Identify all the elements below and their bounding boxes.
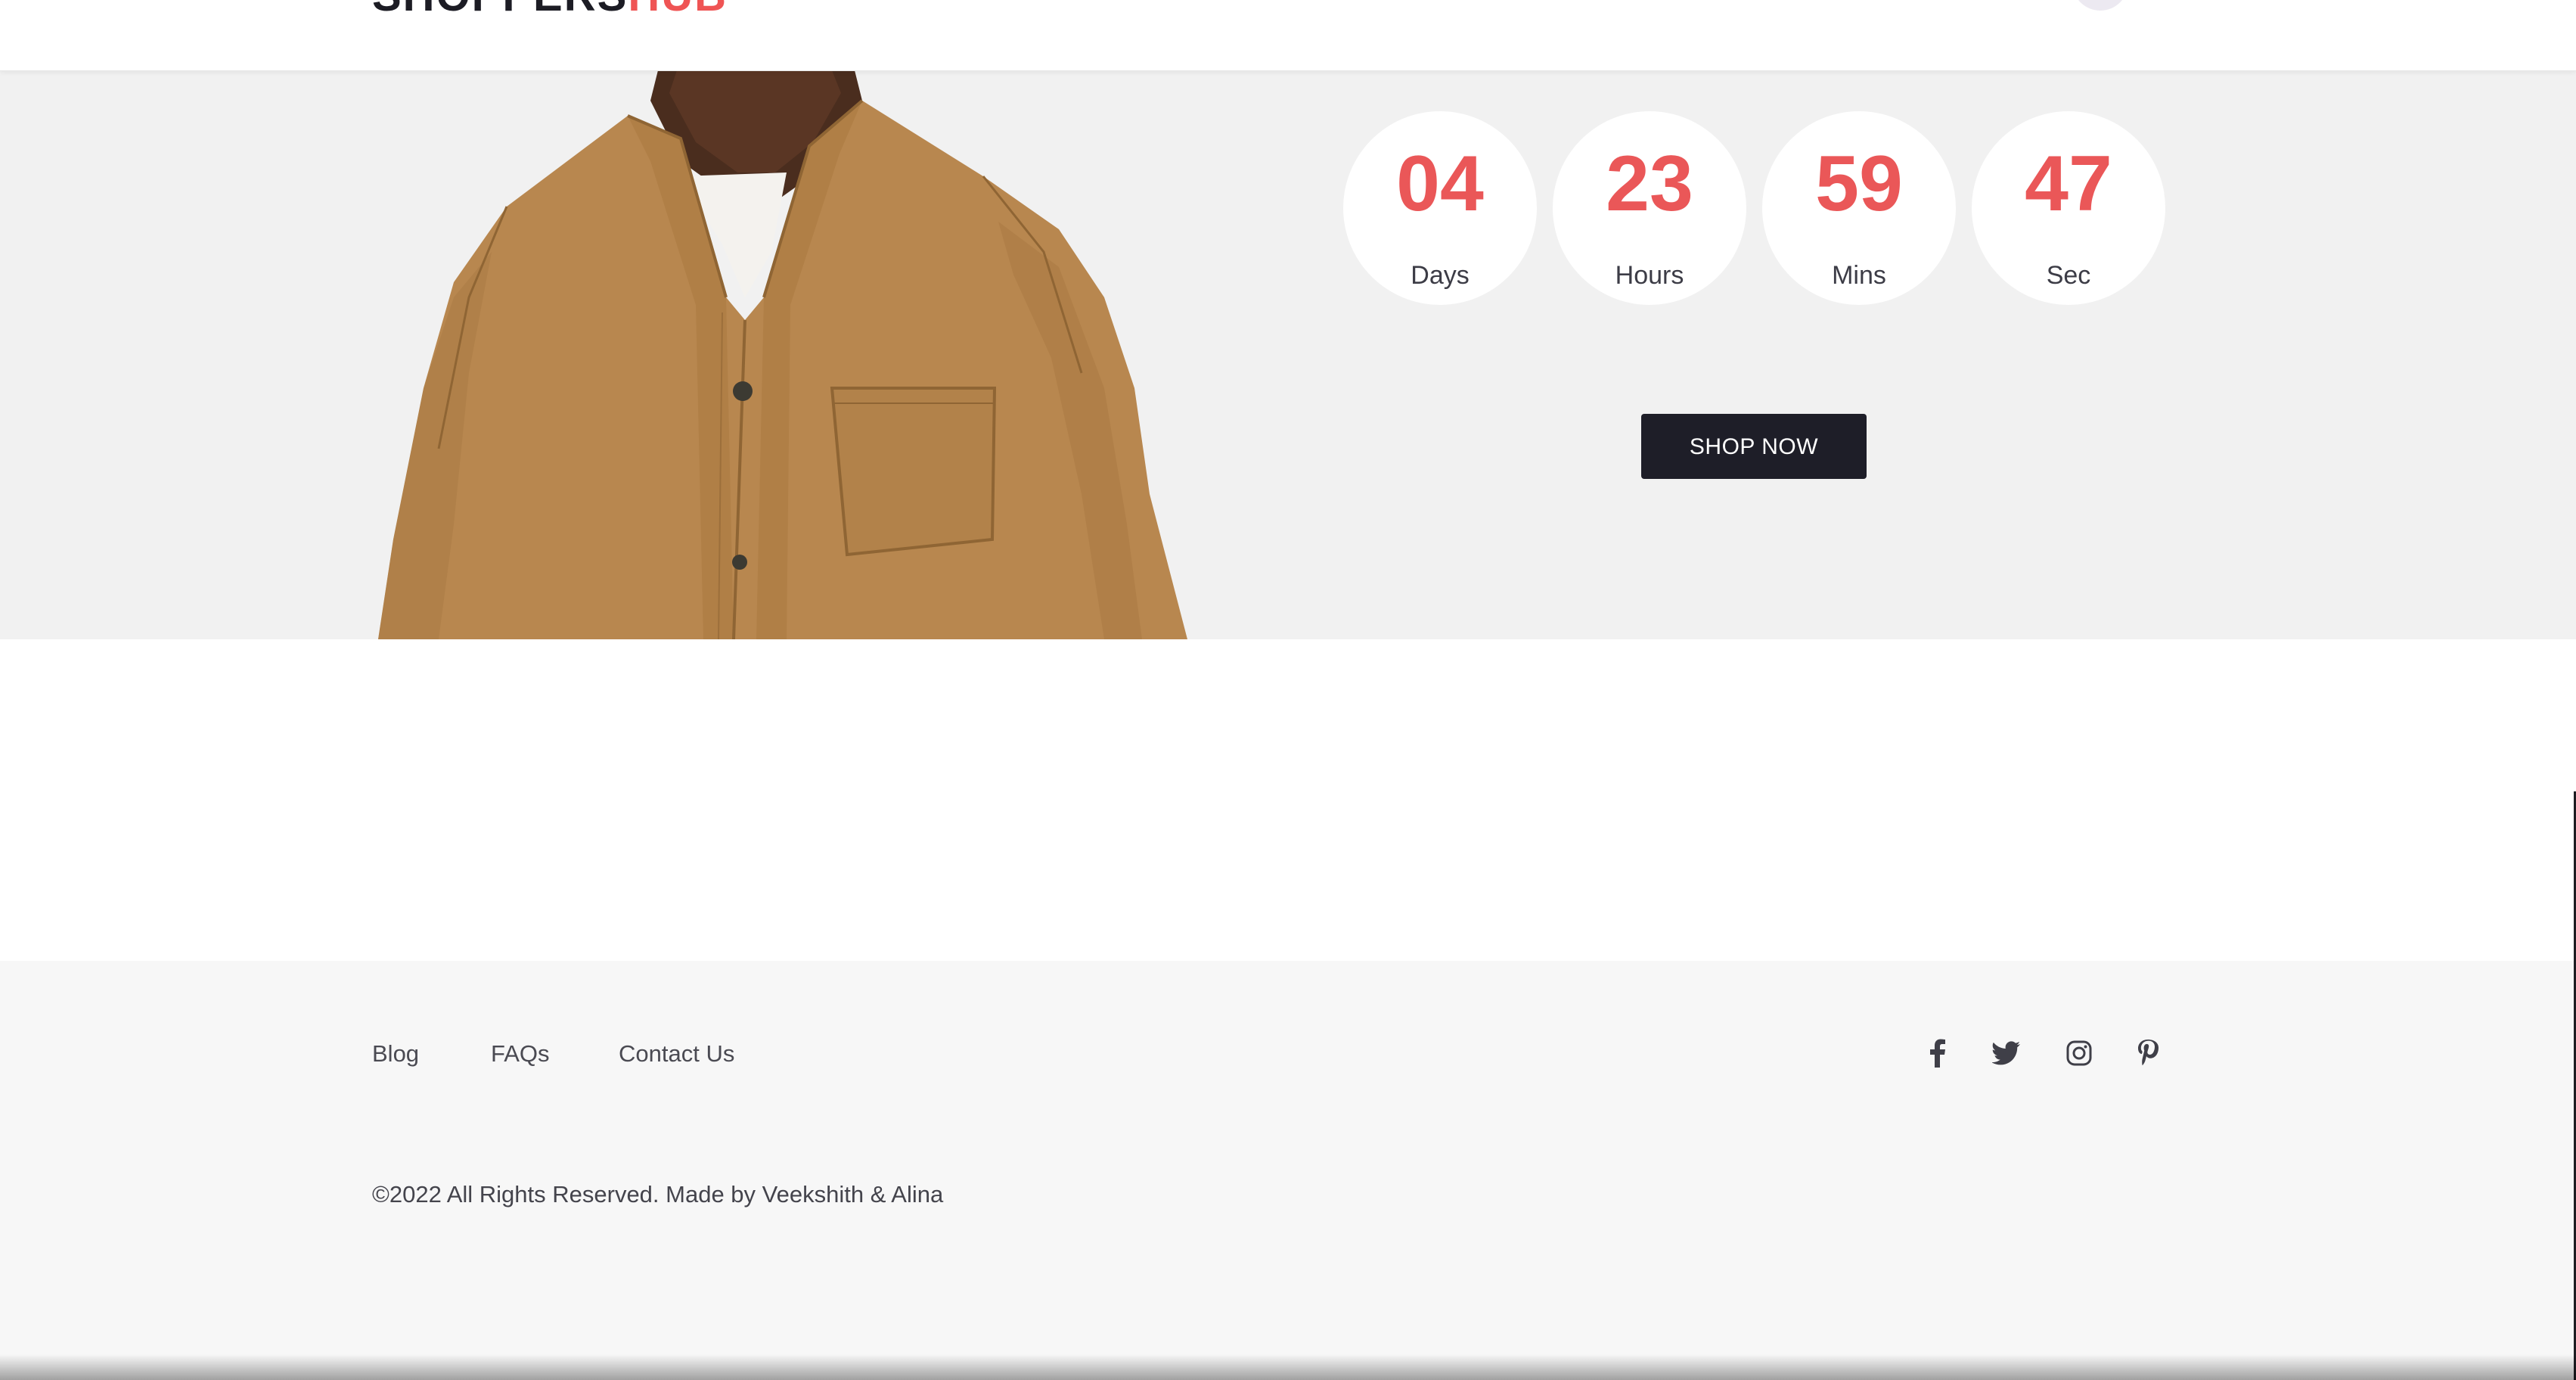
countdown-sec: 47 Sec xyxy=(1972,111,2165,305)
site-logo[interactable]: SHOPPERSHUB xyxy=(372,0,728,18)
site-header: SHOPPERSHUB xyxy=(0,0,2576,71)
countdown-days-label: Days xyxy=(1411,261,1470,290)
logo-main-text: SHOPPERS xyxy=(372,0,628,20)
site-footer: Blog FAQs Contact Us ©2022 All Rights Re… xyxy=(0,961,2576,1380)
countdown-hours: 23 Hours xyxy=(1553,111,1746,305)
countdown-days-value: 04 xyxy=(1396,140,1484,228)
deal-of-the-day-section: 04 Days 23 Hours 59 Mins 47 Sec SHOP NOW xyxy=(0,70,2576,639)
footer-link-faqs[interactable]: FAQs xyxy=(491,1040,550,1068)
logo-accent-text: HUB xyxy=(628,0,728,20)
twitter-icon[interactable] xyxy=(1990,1037,2023,1070)
jacket-model-illustration xyxy=(378,70,1187,639)
footer-link-blog[interactable]: Blog xyxy=(372,1040,419,1068)
user-avatar-icon[interactable] xyxy=(2072,0,2128,11)
pinterest-icon[interactable] xyxy=(2131,1037,2165,1070)
countdown-hours-value: 23 xyxy=(1606,140,1693,228)
countdown-sec-value: 47 xyxy=(2025,140,2112,228)
countdown-mins-value: 59 xyxy=(1815,140,1903,228)
facebook-icon[interactable] xyxy=(1921,1037,1954,1070)
instagram-icon[interactable] xyxy=(2062,1037,2096,1070)
product-image xyxy=(378,70,1187,639)
copyright-text: ©2022 All Rights Reserved. Made by Veeks… xyxy=(372,1181,944,1208)
countdown-sec-label: Sec xyxy=(2046,261,2091,290)
window-bottom-shadow xyxy=(0,1354,2576,1380)
countdown-mins: 59 Mins xyxy=(1762,111,1956,305)
countdown-days: 04 Days xyxy=(1343,111,1537,305)
countdown-mins-label: Mins xyxy=(1832,261,1886,290)
footer-link-contact-us[interactable]: Contact Us xyxy=(619,1040,734,1068)
countdown-timer: 04 Days 23 Hours 59 Mins 47 Sec xyxy=(1343,111,2166,308)
page: SHOPPERSHUB xyxy=(0,0,2576,1380)
shop-now-button[interactable]: SHOP NOW xyxy=(1641,414,1867,479)
countdown-hours-label: Hours xyxy=(1615,261,1684,290)
